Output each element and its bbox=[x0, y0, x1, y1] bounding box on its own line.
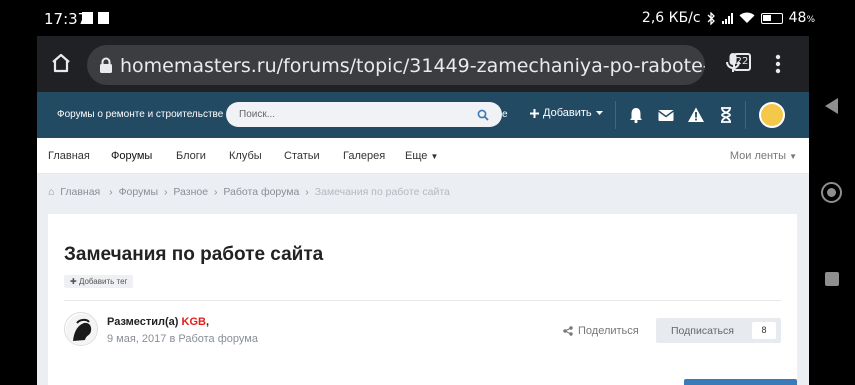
breadcrumb-item[interactable]: Разное bbox=[173, 186, 208, 198]
header-divider bbox=[615, 101, 616, 129]
post-date: 9 мая, 2017 bbox=[107, 333, 167, 345]
forum-link[interactable]: Работа форума bbox=[178, 333, 258, 345]
posted-by: Разместил(а) KGB, bbox=[107, 316, 210, 328]
breadcrumb-home[interactable]: ⌂ Главная bbox=[48, 186, 103, 198]
battery-icon bbox=[760, 12, 783, 24]
header-divider bbox=[745, 101, 746, 129]
lock-icon bbox=[100, 57, 112, 73]
caret-down-icon: ▼ bbox=[789, 152, 797, 161]
add-tag-button[interactable]: ✚ Добавить тег bbox=[64, 275, 134, 288]
recents-icon[interactable] bbox=[825, 272, 839, 286]
breadcrumb-current: Замечания по работе сайта bbox=[314, 186, 450, 198]
address-bar[interactable]: homemasters.ru/forums/topic/31449-zamech… bbox=[87, 45, 705, 85]
url-text[interactable]: homemasters.ru/forums/topic/31449-zamech… bbox=[120, 55, 705, 77]
browser-toolbar: homemasters.ru/forums/topic/31449-zamech… bbox=[37, 36, 809, 92]
breadcrumb-item[interactable]: Работа форума bbox=[223, 186, 299, 198]
signal-icon bbox=[721, 12, 733, 24]
content-area: ⌂ Главная › Форумы › Разное › Работа фор… bbox=[37, 174, 809, 385]
status-bar: 17:37 2,6 КБ/с 48% bbox=[0, 0, 855, 36]
back-icon[interactable] bbox=[825, 98, 838, 114]
search-placeholder: Поиск... bbox=[239, 109, 276, 120]
caret-down-icon: ▼ bbox=[430, 152, 439, 161]
search-icon[interactable] bbox=[477, 109, 489, 121]
home-icon[interactable] bbox=[50, 52, 72, 74]
author-photo bbox=[66, 314, 97, 345]
home-icon: ⌂ bbox=[48, 186, 55, 198]
chevron-right-icon: › bbox=[109, 186, 113, 198]
android-nav-bar bbox=[809, 36, 855, 385]
warning-icon[interactable] bbox=[687, 106, 705, 124]
main-nav: Главная Форумы Блоги Клубы Статьи Галере… bbox=[37, 138, 809, 174]
topic-card: Замечания по работе сайта ✚ Добавить тег… bbox=[48, 214, 797, 385]
search-input[interactable]: Поиск... bbox=[226, 102, 502, 127]
site-title[interactable]: Форумы о ремонте и строительстве bbox=[57, 109, 223, 120]
nav-item-blogs[interactable]: Блоги bbox=[176, 150, 206, 162]
follow-button[interactable]: Подписаться 8 bbox=[656, 318, 781, 343]
avatar[interactable] bbox=[64, 312, 98, 346]
notification-icon bbox=[82, 12, 93, 24]
wifi-icon bbox=[739, 12, 755, 23]
chevron-right-icon: › bbox=[163, 186, 168, 198]
nav-item-clubs[interactable]: Клубы bbox=[229, 150, 262, 162]
nav-item-forums[interactable]: Форумы bbox=[111, 150, 152, 162]
home-circle-icon[interactable] bbox=[821, 182, 842, 203]
status-right: 2,6 КБ/с 48% bbox=[642, 10, 815, 26]
site-header: Форумы о ремонте и строительстве Поиск..… bbox=[37, 92, 809, 138]
caret-down-icon bbox=[595, 110, 603, 115]
share-icon bbox=[563, 326, 573, 336]
more-vert-icon[interactable] bbox=[775, 54, 781, 74]
add-label: Добавить bbox=[543, 107, 592, 119]
nav-item-articles[interactable]: Статьи bbox=[284, 150, 320, 162]
breadcrumb: ⌂ Главная › Форумы › Разное › Работа фор… bbox=[48, 186, 453, 198]
author-link[interactable]: KGB bbox=[182, 316, 206, 328]
header-text-fragment: е bbox=[502, 109, 508, 120]
follower-count: 8 bbox=[752, 322, 776, 339]
nav-item-gallery[interactable]: Галерея bbox=[343, 150, 385, 162]
web-page: Форумы о ремонте и строительстве Поиск..… bbox=[37, 92, 809, 385]
hourglass-icon[interactable] bbox=[717, 106, 735, 124]
envelope-icon[interactable] bbox=[657, 106, 675, 124]
add-button[interactable]: Добавить bbox=[530, 107, 603, 119]
bluetooth-icon bbox=[707, 11, 715, 25]
divider bbox=[64, 300, 781, 301]
tab-switcher-button[interactable]: 22 bbox=[733, 53, 751, 71]
share-label: Поделиться bbox=[578, 325, 639, 337]
page-title: Замечания по работе сайта bbox=[64, 244, 324, 265]
follow-label: Подписаться bbox=[671, 325, 734, 337]
my-feeds-menu[interactable]: Мои ленты ▼ bbox=[730, 150, 797, 162]
reply-button[interactable] bbox=[684, 379, 797, 385]
nav-item-more[interactable]: Еще ▼ bbox=[405, 150, 438, 162]
network-speed: 2,6 КБ/с bbox=[641, 10, 701, 26]
chevron-right-icon: › bbox=[305, 186, 309, 198]
nav-item-home[interactable]: Главная bbox=[48, 150, 90, 162]
plus-icon: ✚ bbox=[70, 277, 77, 286]
notification-icon bbox=[98, 12, 109, 24]
battery-level: 48% bbox=[788, 10, 815, 26]
user-avatar[interactable] bbox=[759, 102, 785, 128]
breadcrumb-item[interactable]: Форумы bbox=[119, 186, 158, 198]
plus-icon bbox=[530, 108, 539, 118]
post-meta: 9 мая, 2017 в Работа форума bbox=[107, 333, 258, 345]
share-button[interactable]: Поделиться bbox=[563, 325, 639, 337]
status-time: 17:37 bbox=[44, 10, 88, 28]
bell-icon[interactable] bbox=[627, 106, 645, 124]
chevron-right-icon: › bbox=[213, 186, 218, 198]
